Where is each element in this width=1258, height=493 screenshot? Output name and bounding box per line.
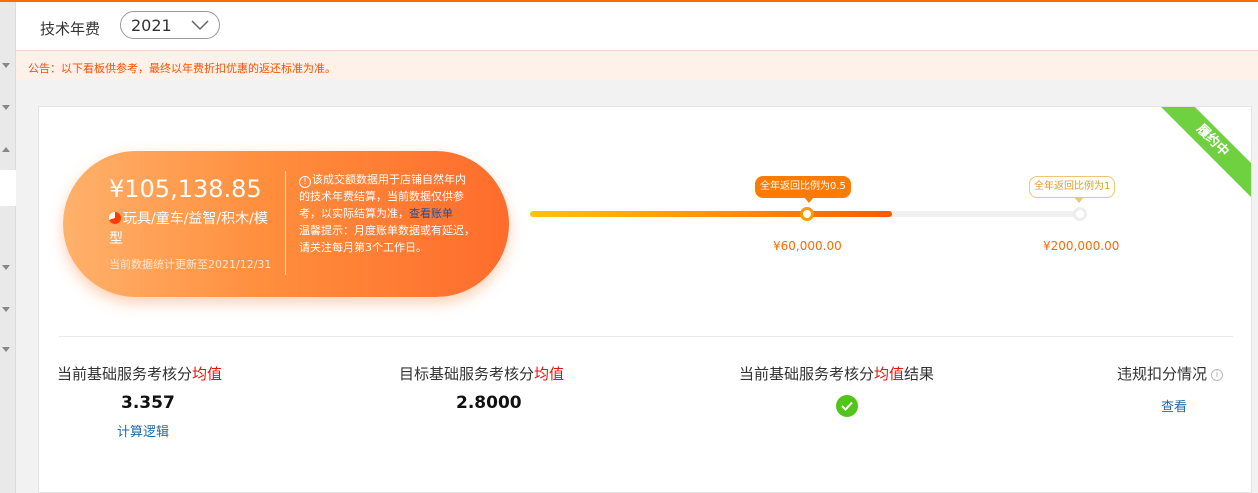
milestone-dot xyxy=(800,207,814,221)
view-violations-link[interactable]: 查看 xyxy=(1161,396,1187,415)
notice-bar: 公告：以下看板供参考，最终以年费折扣优惠的返还标准为准。 xyxy=(16,50,1258,80)
metric-label: 目标基础服务考核分均值 xyxy=(399,363,564,384)
notice-text: 公告：以下看板供参考，最终以年费折扣优惠的返还标准为准。 xyxy=(28,60,336,76)
pill-divider xyxy=(285,171,286,275)
notice-suffix: 为准。 xyxy=(303,62,336,75)
summary-pill: ¥105,138.85 玩具/童车/益智/积木/模型 当前数据统计更新至2021… xyxy=(63,151,509,297)
chevron-down-icon xyxy=(191,20,209,31)
page-title: 技术年费 xyxy=(40,20,101,38)
calc-logic-link[interactable]: 计算逻辑 xyxy=(117,421,169,440)
metric-label: 违规扣分情况 i xyxy=(1117,363,1224,384)
milestone-tooltip: 全年返回比例为1 xyxy=(1029,176,1116,203)
caret-down-icon[interactable] xyxy=(2,63,10,68)
notice-prefix: 公告：以下看板供参考，最终以 xyxy=(28,62,182,75)
view-bill-link[interactable]: 查看账单 xyxy=(409,207,453,220)
metric-label-text: 违规扣分情况 xyxy=(1117,365,1208,383)
metric-label-text: 当前基础服务考核分 xyxy=(739,365,875,383)
metric-label: 当前基础服务考核分均值结果 xyxy=(739,363,934,384)
update-note: 当前数据统计更新至2021/12/31 xyxy=(109,258,272,271)
pie-chart-icon xyxy=(109,212,121,224)
page-header: 技术年费 2021 xyxy=(16,2,1258,50)
nav-selected-item[interactable] xyxy=(0,170,16,206)
status-ribbon: 履约中 xyxy=(1150,107,1251,203)
tip-text: 温馨提示：月度账单数据或有延迟，请关注每月第3个工作日。 xyxy=(299,224,475,254)
year-select-value: 2021 xyxy=(131,16,172,35)
metric-label-suffix: 结果 xyxy=(904,365,935,383)
category: 玩具/童车/益智/积木/模型 xyxy=(109,209,279,249)
milestone-tooltip: 全年返回比例为0.5 xyxy=(755,176,851,203)
question-circle-icon[interactable]: i xyxy=(1211,369,1224,381)
metric-label-text: 目标基础服务考核分 xyxy=(399,365,535,383)
sales-amount: ¥105,138.85 xyxy=(109,175,262,203)
category-label: 玩具/童车/益智/积木/模型 xyxy=(109,211,268,247)
year-select[interactable]: 2021 xyxy=(120,11,220,39)
metric-value: 3.357 xyxy=(121,393,175,413)
section-divider xyxy=(59,336,1233,337)
metric-label-highlight: 均值 xyxy=(874,365,905,383)
check-circle-icon xyxy=(836,395,858,417)
metric-label-highlight: 均值 xyxy=(192,365,223,383)
caret-down-icon[interactable] xyxy=(2,307,10,312)
caret-up-icon[interactable] xyxy=(2,147,10,152)
metric-label-text: 当前基础服务考核分 xyxy=(57,365,193,383)
left-nav-strip xyxy=(0,2,16,493)
metric-label-highlight: 均值 xyxy=(534,365,565,383)
metric-label: 当前基础服务考核分均值 xyxy=(57,363,222,384)
info-text: ! 该成交额数据用于店铺自然年内的技术年费结算，当前数据仅供参考，以实际结算为准，… xyxy=(299,171,475,256)
info-icon: ! xyxy=(299,176,311,188)
milestone-amount: ¥60,000.00 xyxy=(773,239,842,253)
progress-fill xyxy=(530,211,892,217)
caret-down-icon[interactable] xyxy=(2,105,10,110)
milestone-dot xyxy=(1073,207,1087,221)
caret-down-icon[interactable] xyxy=(2,265,10,270)
fee-card: 履约中 ¥105,138.85 玩具/童车/益智/积木/模型 当前数据统计更新至… xyxy=(38,106,1252,493)
milestone-amount: ¥200,000.00 xyxy=(1043,239,1120,253)
caret-down-icon[interactable] xyxy=(2,347,10,352)
notice-link[interactable]: 年费折扣优惠的返还标准 xyxy=(182,62,303,75)
metric-value: 2.8000 xyxy=(456,393,522,413)
